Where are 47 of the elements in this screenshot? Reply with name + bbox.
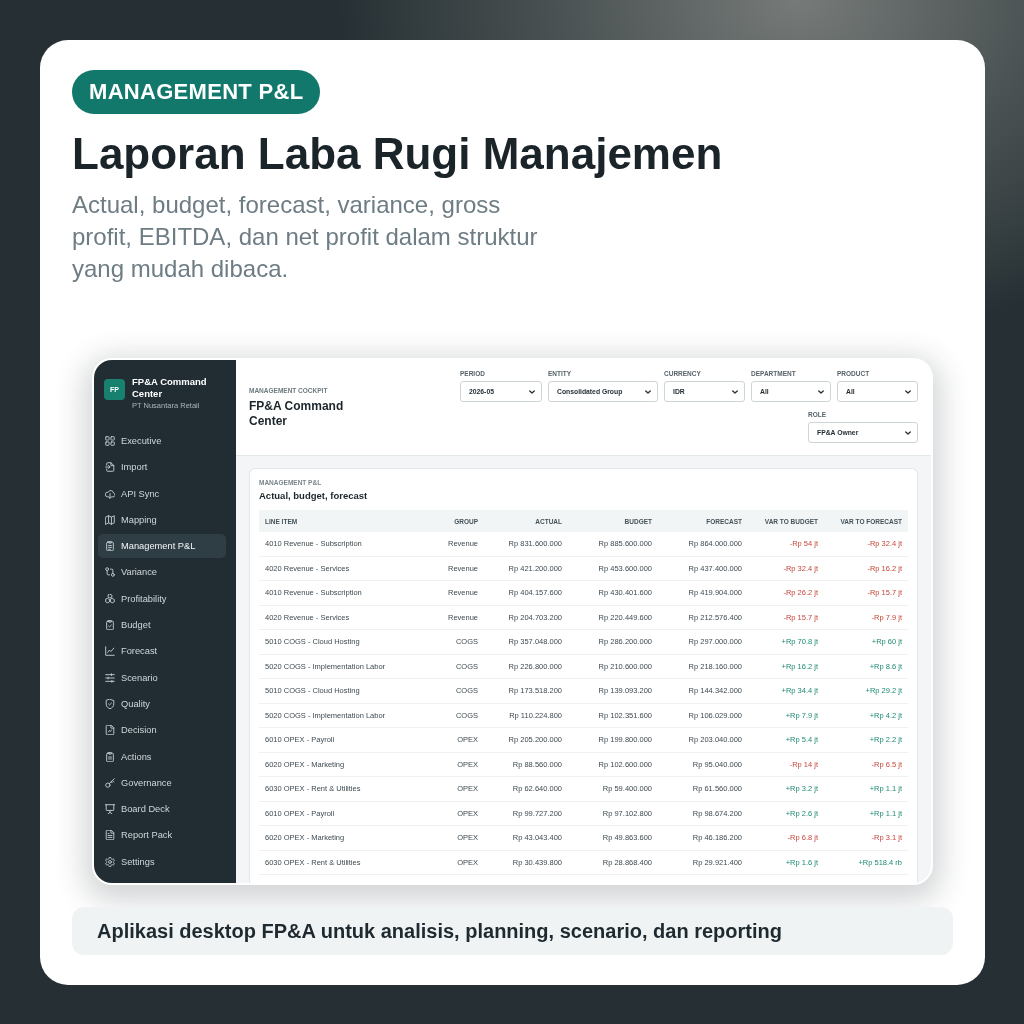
nav-item[interactable]: Report Pack <box>98 823 226 848</box>
headline: Laporan Laba Rugi Manajemen <box>72 128 723 180</box>
chevron-down-icon <box>529 389 535 394</box>
shield-check-icon <box>105 698 115 709</box>
app-name: FP&A Command Center <box>132 376 208 400</box>
nav-item[interactable]: Board Deck <box>98 797 226 822</box>
nav-item[interactable]: Mapping <box>98 507 226 532</box>
nav-item[interactable]: Variance <box>98 560 226 585</box>
map-icon <box>105 514 115 525</box>
file-arrow-icon <box>105 462 115 473</box>
settings-icon <box>105 856 115 867</box>
key-icon <box>105 777 115 788</box>
nav-item[interactable]: Import <box>98 455 226 480</box>
description-text: Actual, budget, forecast, variance, gross profit, EBITDA, dan net profit dalam struktur yang mudah dibaca. <box>72 190 539 284</box>
grid-icon <box>105 436 115 446</box>
nav-item[interactable]: Profitability <box>98 586 226 611</box>
compare-arrows-icon <box>105 567 115 578</box>
line-chart-icon <box>105 646 115 657</box>
boxes-icon <box>105 593 115 604</box>
category-badge: MANAGEMENT P&L <box>72 70 321 114</box>
presentation-icon <box>105 804 115 815</box>
nav-item[interactable]: Forecast <box>98 639 226 664</box>
cloud-arrow-icon <box>105 488 115 499</box>
caption-banner: Aplikasi desktop FP&A untuk analisis, planning, scenario, dan reporting <box>72 907 953 955</box>
nav-item[interactable]: Budget <box>98 613 226 638</box>
clipboard-list-icon <box>105 541 115 552</box>
nav-item[interactable]: Executive <box>98 429 226 453</box>
nav-item[interactable]: Actions <box>98 744 226 769</box>
chevron-down-icon <box>732 389 738 394</box>
sliders-icon <box>105 672 115 683</box>
file-text-icon <box>105 830 115 841</box>
chevron-down-icon <box>905 430 911 435</box>
card-title: Actual, budget, forecast <box>259 490 368 502</box>
nav-item[interactable]: Quality <box>98 691 226 716</box>
file-chart-icon <box>105 725 115 736</box>
chevron-down-icon <box>905 389 911 394</box>
chevron-down-icon <box>818 389 824 394</box>
clipboard-check-icon <box>105 620 115 631</box>
chevron-down-icon <box>645 389 651 394</box>
page-title: FP&A Command Center <box>249 399 345 429</box>
nav-item[interactable]: Decision <box>98 718 226 743</box>
nav-item[interactable]: API Sync <box>98 481 226 506</box>
nav-item[interactable]: Scenario <box>98 665 226 690</box>
nav-item[interactable]: Management P&L <box>98 534 226 559</box>
clipboard-icon <box>105 751 115 762</box>
nav-item[interactable]: Governance <box>98 770 226 795</box>
nav-item[interactable]: Settings <box>98 849 226 874</box>
